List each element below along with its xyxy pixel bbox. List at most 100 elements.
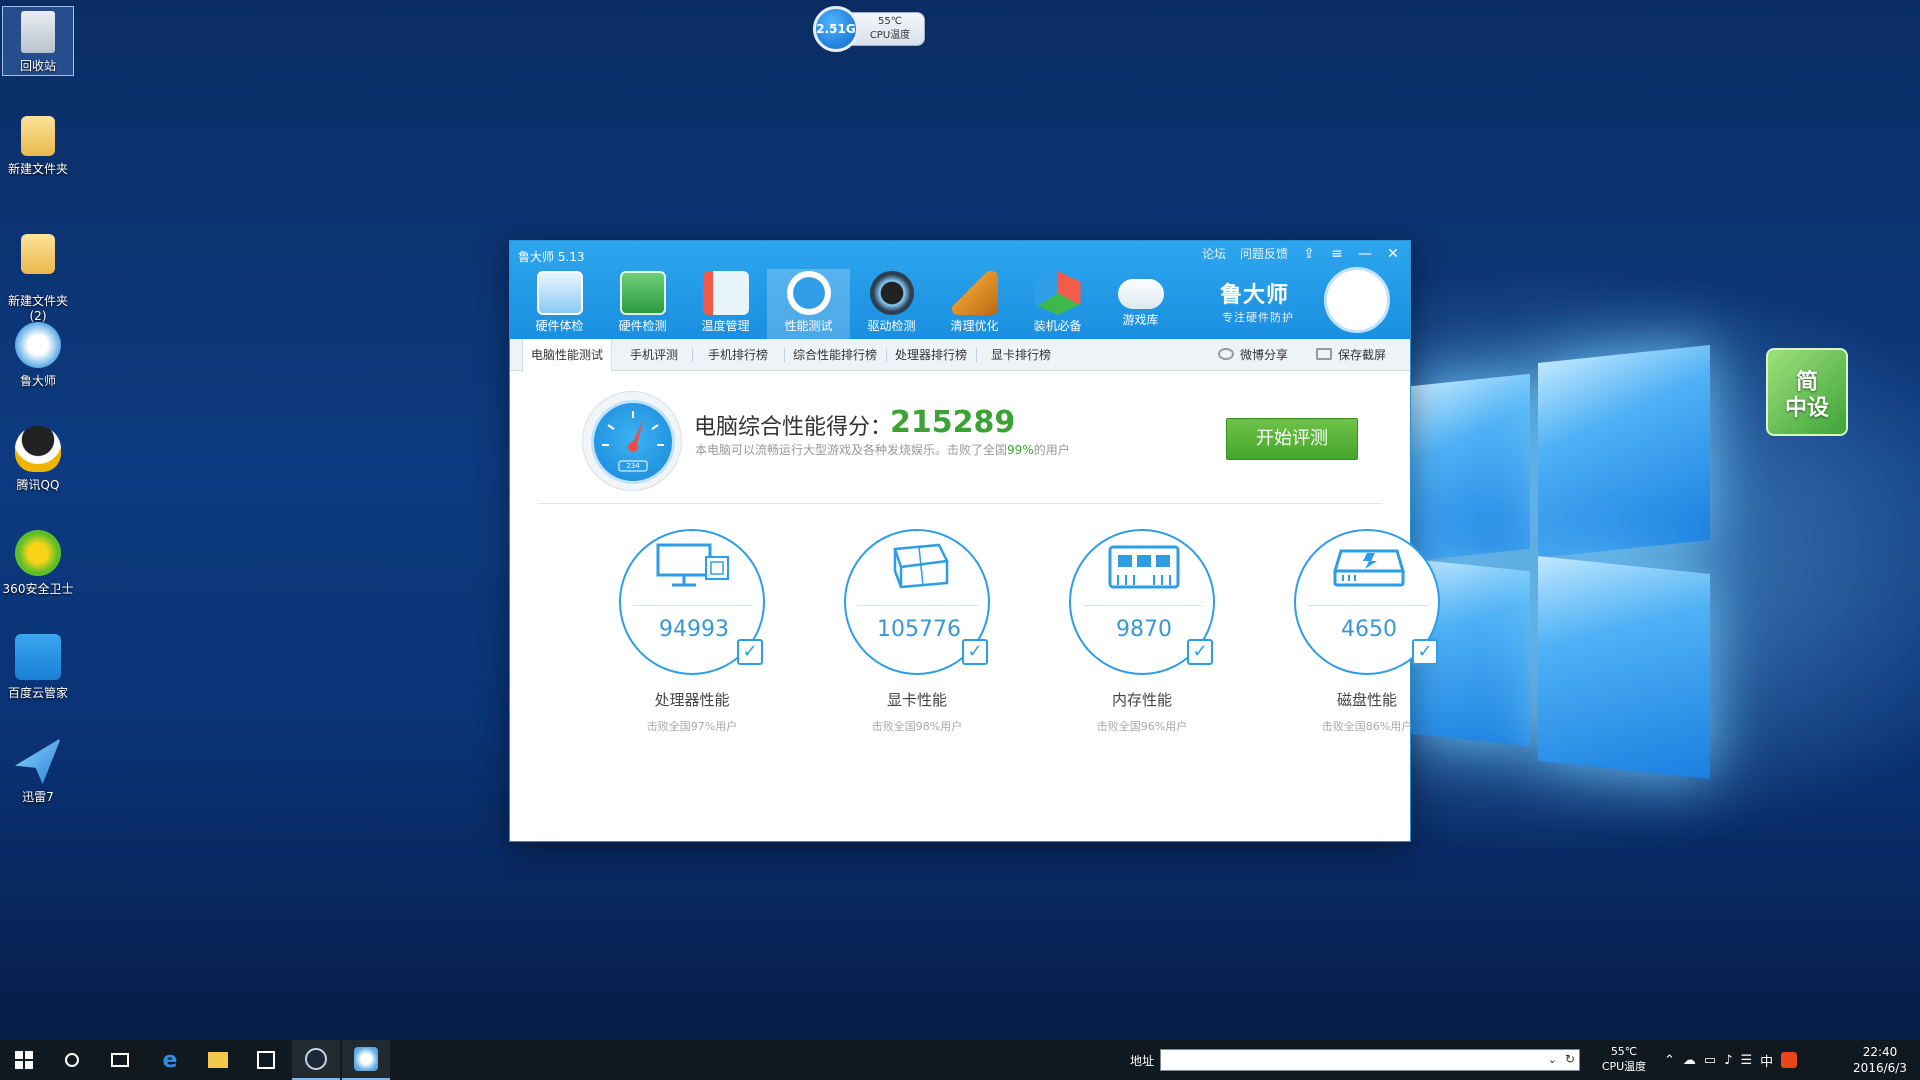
section-divider	[538, 503, 1382, 504]
desktop-icon-label: 鲁大师	[19, 374, 56, 388]
taskbar-clock[interactable]: 22:40 2016/6/3	[1840, 1044, 1920, 1076]
score-desc-suffix: 的用户	[1033, 443, 1070, 457]
close-button[interactable]: ✕	[1386, 246, 1400, 262]
score-description: 本电脑可以流畅运行大型游戏及各种发烧娱乐。击败了全国99%的用户	[695, 441, 1070, 458]
weibo-share-label: 微博分享	[1240, 348, 1289, 362]
tab-separator	[784, 348, 785, 362]
tool-label: 硬件体检	[535, 319, 584, 333]
tool-temperature[interactable]: 温度管理	[684, 269, 767, 339]
task-view-button[interactable]	[96, 1040, 144, 1080]
refresh-icon[interactable]: ↻	[1565, 1052, 1575, 1066]
taskbar-temp-label: CPU温度	[1601, 1060, 1647, 1073]
tool-label: 游戏库	[1122, 313, 1159, 327]
tool-driver-detect[interactable]: 驱动检测	[850, 269, 933, 339]
checkbox-icon: ✓	[737, 639, 763, 665]
baidu-cloud-icon	[15, 634, 61, 680]
metric-gpu[interactable]: 105776 ✓ 显卡性能 击败全国98%用户	[827, 529, 1007, 734]
ime-indicator[interactable]: 中	[1760, 1051, 1773, 1070]
desktop-icon-qq[interactable]: 腾讯QQ	[2, 422, 74, 493]
taskbar-file-explorer[interactable]	[194, 1040, 242, 1080]
camera-icon	[1316, 348, 1332, 360]
taskbar-steam[interactable]	[292, 1040, 340, 1080]
tab-cpu-ranking[interactable]: 处理器排行榜	[888, 339, 974, 371]
tool-cleanup[interactable]: 清理优化	[933, 269, 1016, 339]
tool-hardware-detect[interactable]: 硬件检测	[601, 269, 684, 339]
recycle-bin-icon	[21, 11, 55, 53]
speedometer-icon	[786, 271, 831, 315]
folder-icon	[208, 1052, 228, 1068]
checkbox-icon: ✓	[962, 639, 988, 665]
network-icon[interactable]: ▭	[1704, 1053, 1716, 1068]
desktop-icon-label: 腾讯QQ	[16, 478, 60, 492]
tab-pc-performance[interactable]: 电脑性能测试	[522, 339, 612, 372]
chevron-up-icon[interactable]: ⌃	[1664, 1053, 1675, 1068]
skin-icon[interactable]: ⇪	[1302, 246, 1316, 262]
tool-hardware-checkup[interactable]: 硬件体检	[518, 269, 601, 339]
weibo-share-button[interactable]: 微博分享	[1218, 339, 1288, 371]
search-button[interactable]	[48, 1040, 96, 1080]
tool-game-library[interactable]: 游戏库	[1099, 269, 1182, 339]
sogou-ime-icon[interactable]	[1781, 1052, 1798, 1068]
metric-cpu[interactable]: 94993 ✓ 处理器性能 击败全国97%用户	[602, 529, 782, 734]
window-header: 鲁大师 5.13 论坛 问题反馈 ⇪ ≡ — ✕ 硬件体检 硬件检测 温度管理	[510, 241, 1410, 339]
save-screenshot-button[interactable]: 保存截屏	[1316, 339, 1386, 371]
tab-gpu-ranking[interactable]: 显卡排行榜	[978, 339, 1064, 371]
ludashi-icon	[15, 322, 61, 368]
feedback-link[interactable]: 问题反馈	[1240, 245, 1288, 262]
address-toolbar-input[interactable]: ⌄ ↻	[1160, 1049, 1580, 1071]
desktop-icon-recycle-bin[interactable]: 回收站	[2, 6, 74, 76]
folder-icon	[21, 116, 55, 156]
cpu-temp-label: CPU温度	[869, 30, 911, 41]
tool-essentials[interactable]: 装机必备	[1016, 269, 1099, 339]
tab-separator	[692, 348, 693, 362]
score-label: 电脑综合性能得分：	[694, 415, 893, 440]
menu-icon[interactable]: ≡	[1330, 246, 1344, 262]
taskbar-store[interactable]	[242, 1040, 290, 1080]
action-center-icon[interactable]: ☰	[1741, 1053, 1753, 1068]
metric-disk[interactable]: 4650 ✓ 磁盘性能 击败全国86%用户	[1277, 529, 1457, 734]
taskbar-edge[interactable]: e	[146, 1040, 194, 1080]
score-desc-text: 本电脑可以流畅运行大型游戏及各种发烧娱乐。击败了全国	[695, 443, 1008, 457]
system-tray: ⌃ ☁ ▭ ♪ ☰ 中	[1664, 1040, 1798, 1080]
checkbox-icon: ✓	[1412, 639, 1438, 665]
start-benchmark-button[interactable]: 开始评测	[1226, 418, 1358, 460]
title-bar-links: 论坛 问题反馈 ⇪ ≡ — ✕	[1202, 245, 1400, 262]
ring-divider	[858, 605, 978, 606]
cortana-icon	[65, 1053, 79, 1067]
tab-phone-review[interactable]: 手机评测	[618, 339, 690, 371]
desktop-icon-label: 360安全卫士	[2, 582, 74, 596]
broom-icon	[951, 271, 998, 315]
metric-ring: 105776 ✓	[844, 529, 990, 675]
store-bag-icon	[257, 1051, 275, 1069]
graphics-cube-icon	[893, 543, 949, 589]
cpu-widget[interactable]: 2.51G 55℃ CPU温度	[813, 6, 925, 52]
driver-gear-icon	[869, 271, 914, 315]
tab-overall-ranking[interactable]: 综合性能排行榜	[786, 339, 884, 371]
taskbar-cpu-temp[interactable]: 55℃ CPU温度	[1594, 1044, 1654, 1074]
desktop-icon-label: 百度云管家	[7, 686, 68, 700]
clock-time: 22:40	[1862, 1045, 1898, 1059]
tool-performance-test[interactable]: 性能测试	[767, 269, 850, 339]
metric-name: 显卡性能	[886, 691, 947, 709]
tab-phone-ranking[interactable]: 手机排行榜	[694, 339, 782, 371]
thunder-icon	[15, 738, 61, 784]
start-button[interactable]	[0, 1040, 48, 1080]
ime-gadget[interactable]: 简 中设	[1766, 348, 1848, 436]
desktop-icon-baidu-cloud[interactable]: 百度云管家	[2, 630, 74, 701]
taskbar-ludashi[interactable]	[342, 1040, 390, 1080]
cpu-temp-value: 55℃	[878, 16, 902, 27]
metric-memory[interactable]: 9870 ✓ 内存性能 击败全国96%用户	[1052, 529, 1232, 734]
memory-chip-icon	[1108, 545, 1180, 589]
desktop-icon-thunder[interactable]: 迅雷7	[2, 734, 74, 805]
task-view-icon	[111, 1053, 129, 1067]
steam-icon	[305, 1048, 327, 1070]
chevron-down-icon[interactable]: ⌄	[1548, 1053, 1557, 1066]
desktop-icon-ludashi[interactable]: 鲁大师	[2, 318, 74, 389]
desktop-icon-new-folder[interactable]: 新建文件夹	[2, 112, 74, 177]
metric-ring: 4650 ✓	[1294, 529, 1440, 675]
volume-icon[interactable]: ♪	[1724, 1053, 1732, 1068]
desktop-icon-360[interactable]: 360安全卫士	[2, 526, 74, 597]
minimize-button[interactable]: —	[1358, 246, 1372, 262]
cloud-icon[interactable]: ☁	[1683, 1053, 1696, 1068]
forum-link[interactable]: 论坛	[1202, 245, 1226, 262]
